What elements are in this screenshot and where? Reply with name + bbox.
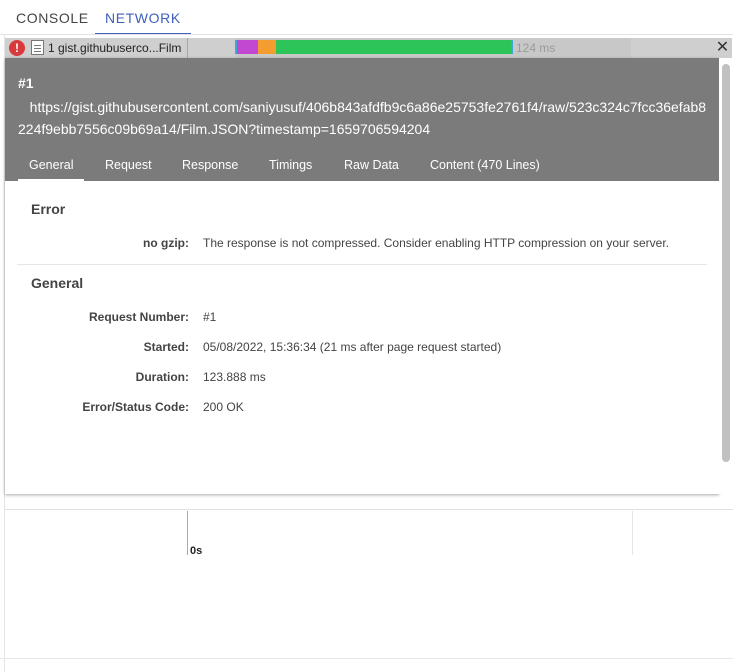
scrollbar-thumb[interactable] (722, 64, 730, 462)
general-section-title: General (31, 275, 84, 291)
waterfall-segment-connect (258, 40, 276, 54)
waterfall-segment-download (276, 40, 511, 54)
request-name[interactable]: 1 gist.githubuserco...Film (48, 38, 181, 58)
request-row[interactable]: ! 1 gist.githubuserco...Film 124 ms ✕ (5, 38, 732, 58)
duration-value: 123.888 ms (203, 370, 266, 384)
column-separator (187, 38, 188, 58)
status-code-value: 200 OK (203, 400, 244, 414)
started-label: Started: (143, 340, 189, 354)
tab-response[interactable]: Response (182, 154, 238, 181)
tab-network[interactable]: NETWORK (95, 0, 191, 35)
section-divider (17, 264, 707, 265)
error-icon: ! (9, 40, 25, 56)
details-header: #1 https://gist.githubusercontent.com/sa… (5, 58, 719, 181)
duration-label: Duration: (135, 370, 189, 384)
request-url: https://gist.githubusercontent.com/saniy… (18, 99, 707, 137)
no-gzip-value: The response is not compressed. Consider… (203, 236, 670, 250)
close-icon[interactable]: ✕ (713, 38, 732, 58)
request-number-heading: #1 (18, 75, 34, 91)
details-scrollbar[interactable] (719, 58, 733, 494)
devtools-tab-bar: CONSOLE NETWORK (0, 0, 733, 35)
tab-raw-data[interactable]: Raw Data (344, 154, 399, 181)
document-icon (31, 40, 44, 55)
request-details-panel: #1 https://gist.githubusercontent.com/sa… (5, 58, 719, 494)
waterfall-segment-dns (237, 40, 258, 54)
request-duration: 124 ms (516, 41, 556, 55)
status-code-label: Error/Status Code: (82, 400, 189, 414)
request-number-label: Request Number: (88, 310, 189, 324)
timeline-end-line (632, 511, 633, 555)
waterfall-end-marker (511, 40, 513, 54)
timeline-zero-label: 0s (190, 545, 203, 557)
error-section-title: Error (31, 201, 66, 217)
no-gzip-label: no gzip: (143, 236, 189, 250)
timeline-start-line (187, 511, 188, 555)
tab-console[interactable]: CONSOLE (16, 0, 89, 35)
bottom-divider (0, 658, 733, 659)
tab-request[interactable]: Request (105, 154, 152, 181)
details-content: Error no gzip: The response is not compr… (5, 181, 719, 494)
tab-bar-divider (0, 34, 733, 35)
request-number-value: #1 (203, 310, 217, 324)
tab-timings[interactable]: Timings (269, 154, 312, 181)
tab-content[interactable]: Content (470 Lines) (430, 154, 540, 181)
timeline-divider (5, 509, 733, 510)
started-value: 05/08/2022, 15:36:34 (21 ms after page r… (203, 340, 502, 354)
tab-general[interactable]: General (18, 154, 84, 181)
